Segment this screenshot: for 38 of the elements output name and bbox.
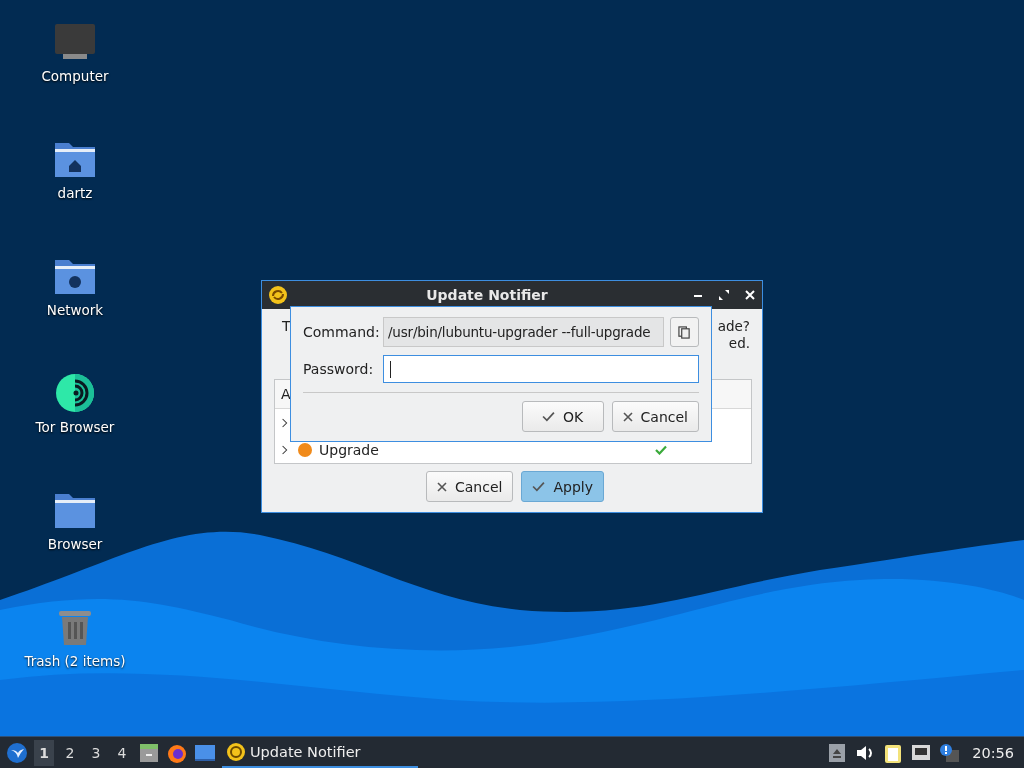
monitor-icon[interactable]	[53, 22, 97, 62]
maximize-icon[interactable]	[718, 289, 730, 301]
desktop-icon-label[interactable]: Browser	[47, 536, 103, 552]
cancel-button[interactable]: Cancel	[426, 471, 514, 502]
window-title: Update Notifier	[425, 287, 549, 303]
check-icon	[541, 411, 555, 422]
bird-icon[interactable]	[6, 741, 28, 764]
close-icon	[622, 411, 633, 422]
clock[interactable]: 20:56	[972, 744, 1014, 761]
close-icon[interactable]	[744, 289, 756, 301]
check-icon	[532, 481, 546, 492]
onion-icon[interactable]	[53, 373, 97, 413]
taskbar-task[interactable]: Update Notifier	[222, 737, 418, 768]
notification-icon[interactable]	[938, 741, 961, 764]
password-label: Password:	[303, 361, 375, 377]
desktop-switcher-button[interactable]: 3	[86, 739, 106, 766]
command-label: Command:	[303, 324, 377, 340]
desktop-icon-label[interactable]: dartz	[57, 185, 93, 201]
message-text: ed.	[728, 335, 750, 352]
close-icon	[437, 481, 447, 492]
desktop-switcher-button[interactable]: 2	[60, 739, 80, 766]
command-field[interactable]: /usr/bin/lubuntu-upgrader --full-upgrade	[383, 317, 664, 347]
file-cabinet-icon[interactable]	[138, 741, 160, 764]
ok-button[interactable]: OK	[521, 401, 604, 432]
copy-icon	[677, 325, 691, 339]
desktop-icon-label[interactable]: Trash (2 items)	[24, 653, 126, 669]
column-header[interactable]: A	[281, 386, 291, 402]
desktop-icon-label[interactable]: Tor Browser	[35, 419, 115, 435]
cancel-button[interactable]: Cancel	[611, 401, 699, 432]
tree-item[interactable]: Upgrade	[319, 441, 379, 458]
desktop-icon-label[interactable]: Network	[46, 302, 104, 318]
apply-button[interactable]: Apply	[521, 471, 604, 502]
desktop-icon-label[interactable]: Computer	[41, 68, 109, 84]
copy-button[interactable]	[669, 317, 699, 347]
message-text: ade?	[717, 318, 750, 335]
desktop-switcher-button[interactable]: 4	[112, 739, 132, 766]
desktop-switcher-button[interactable]: 1	[34, 739, 54, 766]
password-field[interactable]	[382, 355, 699, 383]
